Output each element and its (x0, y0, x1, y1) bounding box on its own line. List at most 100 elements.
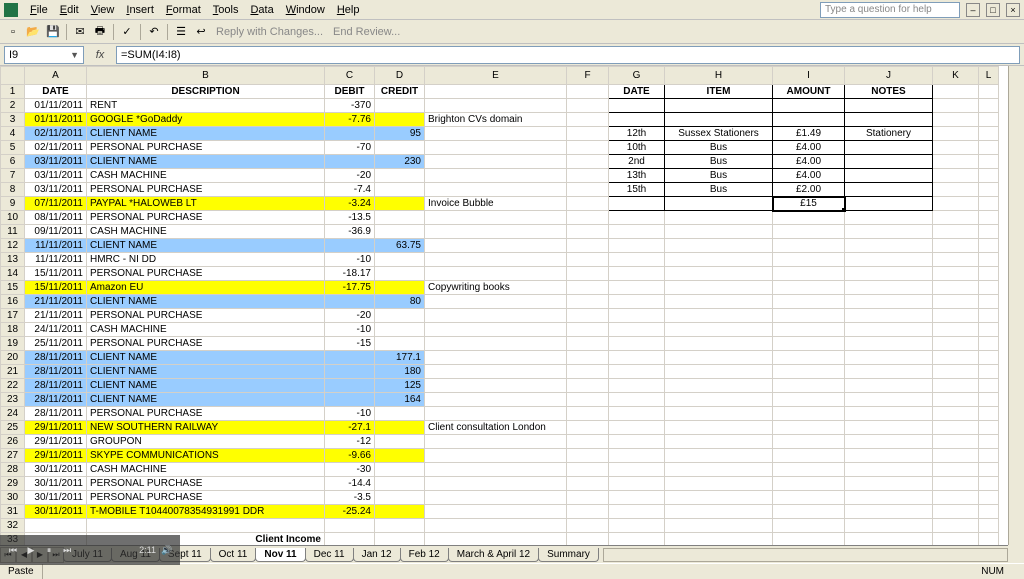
cell-j[interactable] (845, 169, 933, 183)
cell-credit[interactable]: 180 (375, 365, 425, 379)
cell-note[interactable] (425, 351, 567, 365)
cell-date[interactable]: 15/11/2011 (25, 281, 87, 295)
row-header[interactable]: 16 (1, 295, 25, 309)
row-header[interactable]: 9 (1, 197, 25, 211)
col-header-B[interactable]: B (87, 67, 325, 85)
undo-icon[interactable]: ↶ (145, 23, 163, 41)
menu-window[interactable]: Window (280, 2, 331, 18)
cell-i[interactable] (773, 407, 845, 421)
cell-g[interactable] (609, 477, 665, 491)
cell-desc[interactable]: GROUPON (87, 435, 325, 449)
cell-debit[interactable]: -10 (325, 407, 375, 421)
cell-note[interactable] (425, 309, 567, 323)
cell-date[interactable]: 30/11/2011 (25, 463, 87, 477)
cell-credit[interactable] (375, 407, 425, 421)
spreadsheet-grid[interactable]: ABCDEFGHIJKL1DATEDESCRIPTIONDEBITCREDITD… (0, 66, 1024, 545)
menu-edit[interactable]: Edit (54, 2, 85, 18)
hdr-credit[interactable]: CREDIT (375, 85, 425, 99)
restore-button[interactable]: □ (986, 3, 1000, 17)
cell-desc[interactable] (87, 519, 325, 533)
horizontal-scrollbar[interactable] (603, 548, 1008, 562)
col-header-K[interactable]: K (933, 67, 979, 85)
cell-debit[interactable] (325, 295, 375, 309)
cell-j[interactable] (845, 351, 933, 365)
cell-note[interactable] (425, 533, 567, 546)
cell-h[interactable] (665, 253, 773, 267)
cell-j[interactable] (845, 533, 933, 546)
cell-note[interactable] (425, 463, 567, 477)
cell-h[interactable] (665, 379, 773, 393)
cell-credit[interactable] (375, 225, 425, 239)
cell-i[interactable] (773, 113, 845, 127)
cell-h[interactable] (665, 407, 773, 421)
cell-g[interactable] (609, 337, 665, 351)
cell-h[interactable]: Bus (665, 155, 773, 169)
cell-h[interactable]: Bus (665, 141, 773, 155)
cell-i[interactable] (773, 295, 845, 309)
cell-debit[interactable]: -3.24 (325, 197, 375, 211)
cell-i[interactable] (773, 211, 845, 225)
cell-note[interactable] (425, 169, 567, 183)
cell-j[interactable] (845, 337, 933, 351)
cell-j[interactable] (845, 99, 933, 113)
cell-debit[interactable]: -370 (325, 99, 375, 113)
menu-format[interactable]: Format (160, 2, 207, 18)
cell-i[interactable] (773, 267, 845, 281)
cell-i[interactable]: £1.49 (773, 127, 845, 141)
cell-debit[interactable] (325, 155, 375, 169)
cell-credit[interactable] (375, 281, 425, 295)
cell-g[interactable] (609, 407, 665, 421)
cell-desc[interactable]: CLIENT NAME (87, 295, 325, 309)
col-header-F[interactable]: F (567, 67, 609, 85)
cell-credit[interactable] (375, 267, 425, 281)
cell-debit[interactable]: -25.24 (325, 505, 375, 519)
row-header[interactable]: 27 (1, 449, 25, 463)
sheet-tab[interactable]: Oct 11 (210, 548, 257, 562)
row-header[interactable]: 15 (1, 281, 25, 295)
cell-h[interactable] (665, 197, 773, 211)
cell-credit[interactable]: 63.75 (375, 239, 425, 253)
cell-g[interactable] (609, 253, 665, 267)
cell-debit[interactable] (325, 365, 375, 379)
cell-note[interactable] (425, 505, 567, 519)
hdr-g-date[interactable]: DATE (609, 85, 665, 99)
hdr-item[interactable]: ITEM (665, 85, 773, 99)
cell-debit[interactable]: -10 (325, 323, 375, 337)
col-header-G[interactable]: G (609, 67, 665, 85)
cell-j[interactable] (845, 365, 933, 379)
cell-credit[interactable]: 80 (375, 295, 425, 309)
cell-desc[interactable]: PERSONAL PURCHASE (87, 267, 325, 281)
cell-debit[interactable]: -13.5 (325, 211, 375, 225)
cell-g[interactable] (609, 197, 665, 211)
cell-note[interactable] (425, 379, 567, 393)
cell-j[interactable]: Stationery (845, 127, 933, 141)
media-pause-icon[interactable]: ⏸ (42, 543, 56, 557)
cell-note[interactable] (425, 141, 567, 155)
cell-date[interactable]: 03/11/2011 (25, 183, 87, 197)
cell-credit[interactable] (375, 99, 425, 113)
cell-i[interactable] (773, 435, 845, 449)
cell-i[interactable] (773, 477, 845, 491)
cell-j[interactable] (845, 407, 933, 421)
cell-j[interactable] (845, 393, 933, 407)
row-header[interactable]: 14 (1, 267, 25, 281)
vertical-scrollbar[interactable] (1008, 66, 1024, 545)
row-header[interactable]: 8 (1, 183, 25, 197)
hdr-desc[interactable]: DESCRIPTION (87, 85, 325, 99)
sheet-tab[interactable]: Dec 11 (305, 548, 354, 562)
cell-i[interactable] (773, 281, 845, 295)
cell-date[interactable]: 29/11/2011 (25, 435, 87, 449)
sheet-tab[interactable]: Summary (538, 548, 599, 562)
cell-desc[interactable]: CLIENT NAME (87, 155, 325, 169)
media-vol-icon[interactable]: 🔊 (160, 543, 174, 557)
cell-i[interactable] (773, 533, 845, 546)
cell-j[interactable] (845, 519, 933, 533)
cell-desc[interactable]: CLIENT NAME (87, 365, 325, 379)
cell-date[interactable]: 29/11/2011 (25, 449, 87, 463)
cell-credit[interactable] (375, 337, 425, 351)
cell-note[interactable] (425, 253, 567, 267)
reply-icon[interactable]: ↩ (192, 23, 210, 41)
cell-note[interactable] (425, 155, 567, 169)
cell-credit[interactable] (375, 505, 425, 519)
name-box[interactable]: I9 ▼ (4, 46, 84, 64)
